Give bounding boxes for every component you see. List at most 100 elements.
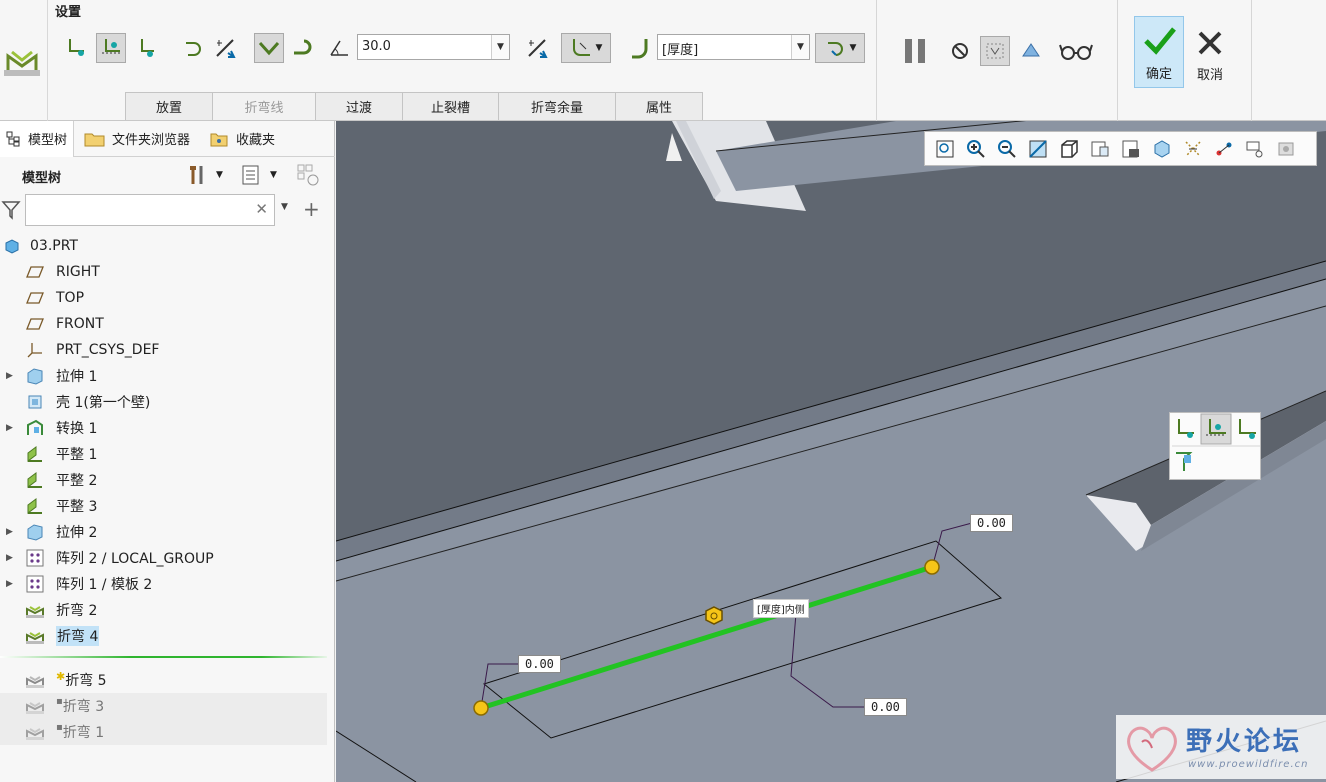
clear-icon[interactable]: ✕ [255,200,268,218]
pause-icon[interactable] [900,36,930,66]
flip-angle-icon[interactable] [522,33,552,63]
preview-connect-icon[interactable] [1016,36,1046,66]
expand-icon[interactable]: ▶ [6,579,13,589]
panel-tabs: 模型树 文件夹浏览器 收藏夹 [0,120,335,157]
bend-measure-icon[interactable]: ▼ [561,33,611,63]
watermark-title: 野火论坛 [1186,727,1303,757]
ribbon-tabs: 放置 折弯线 过渡 止裂槽 折弯余量 属性 [125,92,703,120]
section-view-icon[interactable] [1146,135,1177,163]
bend-roll-icon[interactable] [288,33,318,63]
tree-node[interactable]: TOP [0,285,335,311]
ribbon-separator [876,0,877,121]
convert-icon [25,418,45,438]
no-preview-icon[interactable] [945,36,975,66]
thickness-field[interactable]: [厚度] ▼ [657,34,810,60]
chevron-down-icon[interactable]: ▼ [596,43,603,53]
tab-properties[interactable]: 属性 [615,92,703,120]
preview-separate-icon[interactable] [980,36,1010,66]
graphics-viewport[interactable]: 0.00 0.00 0.00 [厚度]内侧 野火论坛 www.proewildf… [336,121,1326,782]
tree-node[interactable]: 平整 1 [0,441,335,467]
tree-node[interactable]: 壳 1(第一个壁) [0,389,335,415]
ribbon-separator [1117,0,1118,121]
tree-node[interactable]: RIGHT [0,259,335,285]
cancel-button[interactable]: 取消 [1188,16,1232,88]
appearance-icon[interactable] [1270,135,1301,163]
column-display-icon[interactable] [296,163,322,187]
repaint-icon[interactable] [1022,135,1053,163]
chevron-down-icon[interactable]: ▼ [791,35,809,59]
bend-line-center-icon[interactable] [1201,413,1231,445]
flip-side-icon[interactable] [210,33,240,63]
tree-node[interactable]: ▶ 拉伸 1 [0,363,335,389]
verify-glasses-icon[interactable] [1058,36,1094,66]
angle-field[interactable]: 30.0 ▼ [357,34,510,60]
dimension-left[interactable]: 0.00 [518,655,561,673]
tab-placement[interactable]: 放置 [125,92,213,120]
annotation-display-icon[interactable] [1239,135,1270,163]
thickness-value: [厚度] [662,43,699,58]
tree-node[interactable]: ▶ 转换 1 [0,415,335,441]
spin-center-icon[interactable] [1208,135,1239,163]
filter-dropdown-icon[interactable]: ▼ [281,202,288,212]
bend-line-left-icon[interactable] [1170,413,1200,445]
chevron-down-icon[interactable]: ▼ [850,43,857,53]
tab-transition[interactable]: 过渡 [315,92,403,120]
refit-icon[interactable] [929,135,960,163]
bend-line-left-icon[interactable] [62,33,92,63]
filter-input[interactable]: ✕ [25,194,275,226]
display-style-icon[interactable] [1115,135,1146,163]
tab-relief[interactable]: 止裂槽 [402,92,499,120]
expand-icon[interactable]: ▶ [6,371,13,381]
tab-favorites[interactable]: 收藏夹 [204,121,281,157]
tree-node[interactable]: 平整 2 [0,467,335,493]
tree-node[interactable]: 03.PRT [0,233,335,259]
tab-bend-line[interactable]: 折弯线 [212,92,316,120]
tree-node-inserted[interactable]: ✱折弯 5 [0,667,335,693]
named-views-icon[interactable] [1084,135,1115,163]
tree-node-selected[interactable]: 折弯 4 [0,623,335,649]
tree-node[interactable]: ▶ 阵列 2 / LOCAL_GROUP [0,545,335,571]
bend-angle-type-icon[interactable] [254,33,284,63]
tree-node-suppressed[interactable]: ▪折弯 1 [0,719,327,745]
tree-node[interactable]: ▶ 阵列 1 / 模板 2 [0,571,335,597]
zoom-in-icon[interactable] [960,135,991,163]
saved-orientations-icon[interactable] [1053,135,1084,163]
expand-icon[interactable]: ▶ [6,423,13,433]
watermark-url: www.proewildfire.cn [1188,759,1309,770]
datum-display-icon[interactable] [1177,135,1208,163]
dimension-bottom[interactable]: 0.00 [864,698,907,716]
sketch-icon[interactable] [1170,447,1200,479]
bend-direction-icon[interactable] [178,33,208,63]
bend-icon [25,670,45,690]
insert-marker-icon: ▪ [56,696,63,707]
add-icon[interactable]: + [303,197,320,221]
tab-model-tree[interactable]: 模型树 [0,120,75,157]
bend-line-right-icon[interactable] [1232,413,1262,445]
zoom-out-icon[interactable] [991,135,1022,163]
bend-side-label[interactable]: [厚度]内侧 [753,599,809,618]
ok-button[interactable]: 确定 [1134,16,1184,88]
radius-side-icon[interactable]: ▼ [815,33,865,63]
bend-line-center-icon[interactable] [96,33,126,63]
chevron-down-icon[interactable]: ▼ [491,35,509,59]
show-options-icon[interactable]: ▼ [240,163,284,187]
bend-line-right-icon[interactable] [130,33,160,63]
close-icon [1198,31,1222,55]
expand-icon[interactable]: ▶ [6,527,13,537]
tree-node[interactable]: 折弯 2 [0,597,335,623]
tab-folder-browser[interactable]: 文件夹浏览器 [78,121,196,157]
dimension-top[interactable]: 0.00 [970,514,1013,532]
pattern-icon [25,548,45,568]
tree-node-suppressed[interactable]: ▪折弯 3 [0,693,327,719]
tab-bend-allowance[interactable]: 折弯余量 [498,92,616,120]
tree-node[interactable]: 平整 3 [0,493,335,519]
insert-here-line[interactable] [0,656,327,658]
extrude-icon [25,366,45,386]
tree-node[interactable]: ▶ 拉伸 2 [0,519,335,545]
datum-plane-icon [25,262,45,282]
tree-settings-icon[interactable]: ▼ [186,163,226,187]
tree-node[interactable]: FRONT [0,311,335,337]
filter-icon[interactable] [1,199,21,221]
tree-node[interactable]: PRT_CSYS_DEF [0,337,335,363]
expand-icon[interactable]: ▶ [6,553,13,563]
